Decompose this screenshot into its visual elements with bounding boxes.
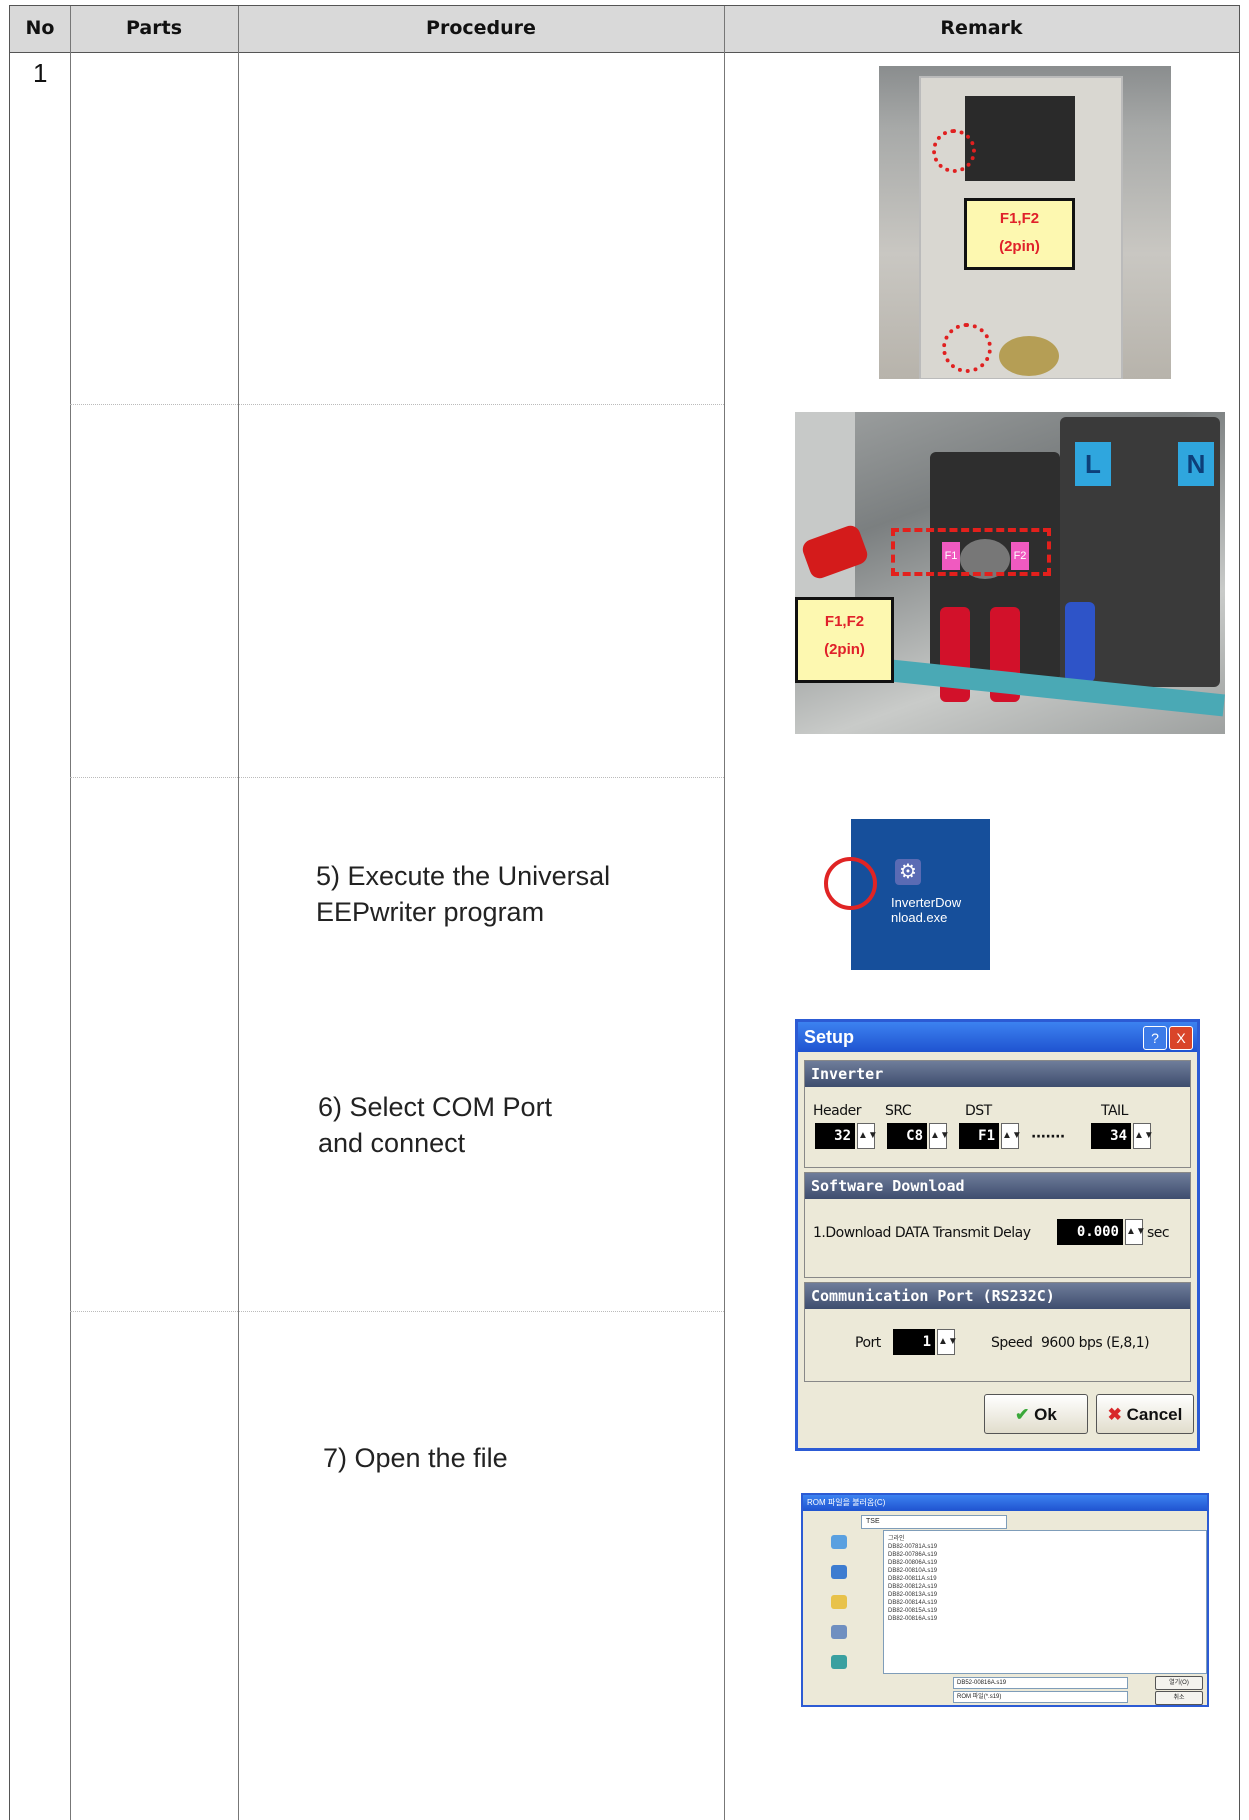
- cross-icon: ✖: [1107, 1405, 1122, 1424]
- dst-label: DST: [965, 1103, 992, 1119]
- src-input[interactable]: C8: [887, 1123, 927, 1149]
- highlight-box: [891, 528, 1051, 576]
- cancel-button[interactable]: 취소: [1155, 1691, 1203, 1705]
- highlight-circle: [932, 129, 976, 173]
- step-7-text: 7) Open the file: [323, 1443, 508, 1473]
- row-divider: [70, 404, 724, 405]
- terminal-l-label: L: [1075, 442, 1111, 486]
- step-6-text: 6) Select COM Port and connect: [318, 1092, 553, 1158]
- step-5-text: 5) Execute the Universal EEPwriter progr…: [316, 861, 611, 927]
- spinner-arrows-icon[interactable]: ▲▼: [937, 1329, 958, 1355]
- check-icon: ✔: [1015, 1405, 1030, 1424]
- file-open-dialog: ROM 파일을 불러옴(C) TSE 그라인 DB82-00781A.s19 DB8…: [801, 1493, 1209, 1707]
- spinner-arrows-icon[interactable]: ▲▼: [857, 1123, 878, 1149]
- file-list-item[interactable]: DB82-00781A.s19: [888, 1543, 937, 1551]
- cancel-button[interactable]: ✖ Cancel: [1096, 1394, 1194, 1434]
- spinner-arrows-icon[interactable]: ▲▼: [929, 1123, 950, 1149]
- tail-input[interactable]: 34: [1091, 1123, 1131, 1149]
- communication-port-group: Communication Port (RS232C) Port 1 ▲▼ Sp…: [804, 1282, 1191, 1382]
- column-divider: [238, 6, 239, 1820]
- row-number: 1: [33, 58, 48, 88]
- close-button[interactable]: X: [1169, 1026, 1193, 1050]
- row-divider: [70, 1311, 724, 1312]
- spinner-arrows-icon[interactable]: ▲▼: [1133, 1123, 1154, 1149]
- outdoor-unit-photo: F1,F2 (2pin): [879, 66, 1171, 379]
- highlight-circle: [942, 323, 992, 373]
- sidebar-item-computer[interactable]: [809, 1625, 869, 1641]
- callout-line1: F1,F2: [999, 210, 1040, 227]
- src-label: SRC: [885, 1103, 912, 1119]
- software-download-group: Software Download 1.Download DATA Transm…: [804, 1172, 1191, 1278]
- port-label: Port: [855, 1335, 881, 1351]
- column-divider: [724, 6, 725, 1820]
- group-title: Communication Port (RS232C): [805, 1283, 1190, 1309]
- file-list-item[interactable]: DB82-00812A.s19: [888, 1583, 937, 1591]
- cancel-label: Cancel: [1126, 1405, 1183, 1424]
- terminal-block-photo: L N F1 F2 F1,F2 (2pin): [795, 412, 1225, 734]
- dialog-title: Setup: [798, 1022, 1197, 1052]
- file-list-item[interactable]: DB82-00814A.s19: [888, 1599, 937, 1607]
- filetype-select[interactable]: ROM 파일(*.s19): [953, 1691, 1128, 1703]
- header-procedure: Procedure: [426, 17, 536, 39]
- header-no: No: [25, 17, 55, 39]
- cable-gland: [999, 336, 1059, 376]
- sidebar-item-documents[interactable]: [809, 1595, 869, 1611]
- tail-label: TAIL: [1101, 1103, 1128, 1119]
- file-list[interactable]: 그라인 DB82-00781A.s19 DB82-00786A.s19 DB82-00…: [883, 1530, 1207, 1674]
- port-input[interactable]: 1: [893, 1329, 935, 1355]
- spinner-arrows-icon[interactable]: ▲▼: [1001, 1123, 1022, 1149]
- file-list-item[interactable]: DB82-00815A.s19: [888, 1607, 937, 1615]
- inverter-group: Inverter Header SRC DST TAIL 32 ▲▼ C8 ▲▼…: [804, 1060, 1191, 1168]
- file-list-item[interactable]: DB82-00806A.s19: [888, 1559, 937, 1567]
- desktop-icon-tile: ⚙ InverterDow nload.exe: [824, 819, 990, 970]
- folder-select[interactable]: TSE: [861, 1515, 1007, 1529]
- open-button[interactable]: 열기(O): [1155, 1676, 1203, 1690]
- column-divider: [70, 6, 71, 1820]
- inverter-download-icon[interactable]: ⚙: [895, 859, 921, 885]
- f1-f2-callout: F1,F2 (2pin): [964, 198, 1075, 270]
- side-panel: [795, 412, 855, 612]
- callout-line2: (2pin): [999, 238, 1040, 255]
- ok-label: Ok: [1034, 1405, 1057, 1424]
- dst-input[interactable]: F1: [959, 1123, 999, 1149]
- file-list-item[interactable]: DB82-00813A.s19: [888, 1591, 937, 1599]
- header-remark: Remark: [940, 17, 1023, 39]
- delay-label: 1.Download DATA Transmit Delay: [813, 1225, 1031, 1241]
- speed-label: Speed: [991, 1335, 1033, 1351]
- header-label: Header: [813, 1103, 861, 1119]
- highlight-circle: [824, 857, 877, 910]
- file-list-item[interactable]: DB82-00810A.s19: [888, 1567, 937, 1575]
- header-input[interactable]: 32: [815, 1123, 855, 1149]
- spinner-arrows-icon[interactable]: ▲▼: [1125, 1219, 1146, 1245]
- filename-input[interactable]: DB52-00816A.s19: [953, 1677, 1128, 1689]
- delay-input[interactable]: 0.000: [1057, 1219, 1123, 1245]
- callout-line2: (2pin): [824, 641, 865, 658]
- file-list-item[interactable]: DB82-00786A.s19: [888, 1551, 937, 1559]
- ok-button[interactable]: ✔ Ok: [984, 1394, 1088, 1434]
- blue-lug: [1065, 602, 1095, 682]
- callout-line1: F1,F2: [824, 613, 865, 630]
- delay-unit: sec: [1147, 1225, 1170, 1241]
- group-title: Inverter: [805, 1061, 1190, 1087]
- terminal-block: [965, 96, 1075, 181]
- table-header: No Parts Procedure Remark: [10, 6, 1239, 53]
- help-button[interactable]: ?: [1143, 1026, 1167, 1050]
- group-title: Software Download: [805, 1173, 1190, 1199]
- file-list-item[interactable]: 그라인: [888, 1535, 905, 1543]
- file-list-item[interactable]: DB82-00811A.s19: [888, 1575, 937, 1583]
- sidebar-item-desktop[interactable]: [809, 1565, 869, 1581]
- sidebar-item-network[interactable]: [809, 1655, 869, 1671]
- row-divider: [70, 777, 724, 778]
- setup-dialog: Setup ? X Inverter Header SRC DST TAIL 3…: [795, 1019, 1200, 1451]
- sidebar-item-recent[interactable]: [809, 1535, 869, 1551]
- field-separator: ·······: [1031, 1129, 1065, 1145]
- file-list-item[interactable]: DB82-00816A.s19: [888, 1615, 937, 1623]
- icon-filename[interactable]: InverterDow nload.exe: [891, 895, 961, 925]
- f1-f2-callout: F1,F2 (2pin): [795, 597, 894, 683]
- header-parts: Parts: [126, 17, 182, 39]
- terminal-n-label: N: [1178, 442, 1214, 486]
- speed-value: 9600 bps (E,8,1): [1041, 1335, 1150, 1351]
- dialog-title: ROM 파일을 불러옴(C): [803, 1495, 1207, 1511]
